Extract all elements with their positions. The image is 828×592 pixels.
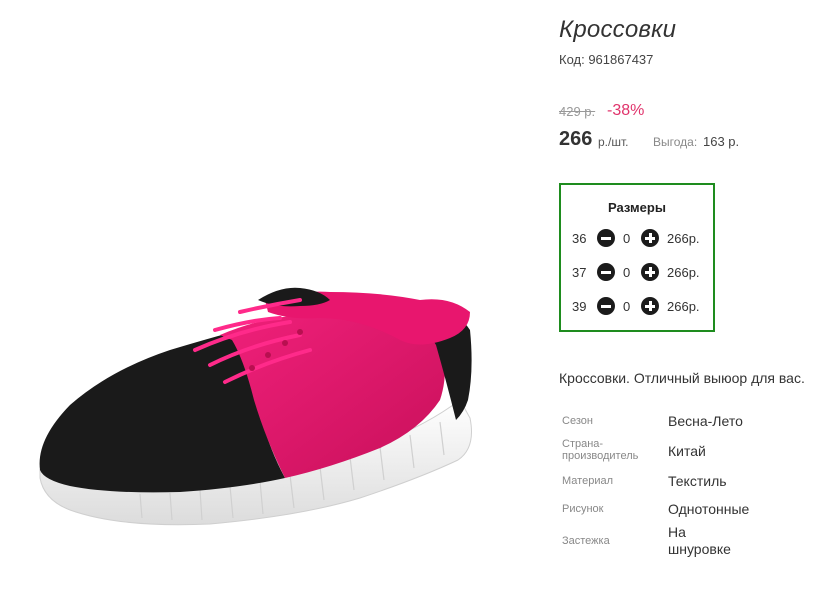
quantity-value: 0: [623, 265, 631, 280]
product-code: Код: 961867437: [559, 52, 654, 67]
sizes-title: Размеры: [608, 200, 666, 215]
size-row: 39 0 266р.: [561, 296, 713, 316]
benefit-label: Выгода:: [653, 135, 698, 149]
product-image[interactable]: [0, 0, 540, 592]
size-price: 266р.: [667, 265, 700, 280]
decrement-button[interactable]: [597, 297, 615, 315]
price-unit: р./шт.: [598, 135, 629, 149]
attr-label: Сезон: [562, 415, 593, 427]
product-title: Кроссовки: [559, 16, 677, 43]
attr-label: Страна-производитель: [562, 438, 639, 462]
sneaker-image: [39, 287, 472, 526]
size-row: 37 0 266р.: [561, 262, 713, 282]
current-price: 266: [559, 128, 593, 150]
size-price: 266р.: [667, 231, 700, 246]
decrement-button[interactable]: [597, 229, 615, 247]
size-price: 266р.: [667, 299, 700, 314]
decrement-button[interactable]: [597, 263, 615, 281]
size-value: 36: [572, 231, 587, 246]
increment-button[interactable]: [641, 229, 659, 247]
attr-label: Материал: [562, 475, 613, 487]
attr-value: Текстиль: [668, 473, 727, 489]
attr-value: Однотонные: [668, 501, 750, 517]
attr-label: Рисунок: [562, 503, 604, 515]
increment-button[interactable]: [641, 263, 659, 281]
attr-value: Весна-Лето: [668, 413, 743, 429]
quantity-value: 0: [623, 299, 631, 314]
size-row: 36 0 266р.: [561, 228, 713, 248]
benefit-value: 163 р.: [703, 134, 740, 149]
size-value: 37: [572, 265, 587, 280]
attr-value: На шнуровке: [668, 524, 731, 557]
old-price: 429 р.: [559, 104, 596, 119]
product-description: Кроссовки. Отличный выюор для вас.: [559, 370, 805, 386]
sizes-panel: Размеры 36 0 266р. 37 0 266р. 39 0 266р.: [559, 183, 715, 332]
quantity-value: 0: [623, 231, 631, 246]
increment-button[interactable]: [641, 297, 659, 315]
attr-label: Застежка: [562, 535, 610, 547]
discount-badge: -38%: [607, 102, 645, 119]
attr-value: Китай: [668, 443, 706, 459]
size-value: 39: [572, 299, 587, 314]
